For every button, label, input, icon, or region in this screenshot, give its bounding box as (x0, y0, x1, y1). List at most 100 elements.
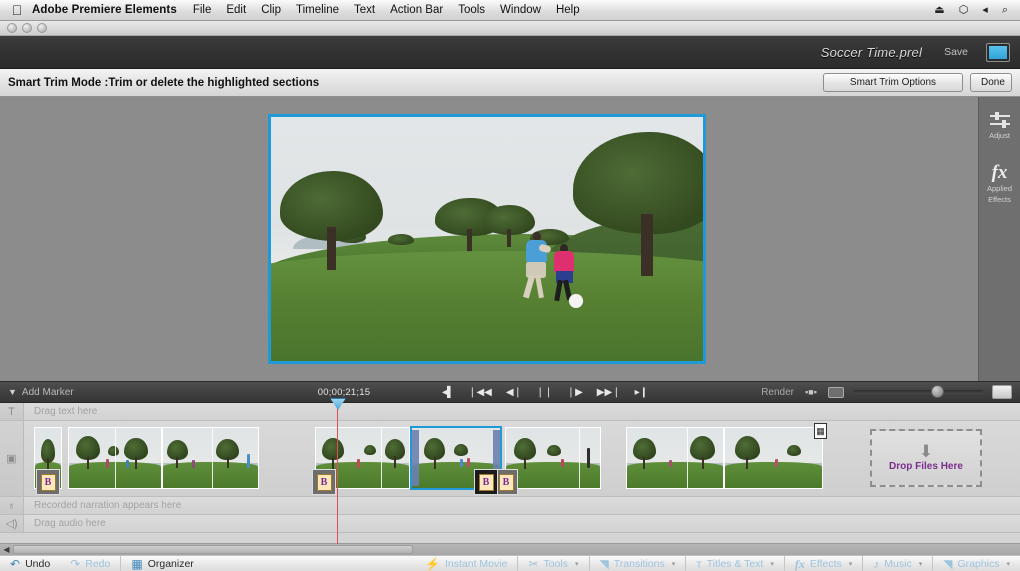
menu-item-text[interactable]: Text (354, 4, 375, 16)
search-icon[interactable]: ⌕ (1002, 5, 1008, 16)
menu-bar-status-icons: ⏏ ⬡ ◂ ⌕ (934, 5, 1020, 16)
workarea-icon[interactable]: ▪■▪ (803, 387, 819, 398)
table-row[interactable] (68, 427, 162, 489)
zoom-slider[interactable] (853, 390, 983, 394)
shield-icon[interactable]: ⬡ (959, 5, 969, 16)
menu-item-help[interactable]: Help (556, 4, 580, 16)
bottom-action-bar: ↶ Undo ↷ Redo ▦ Organizer ⚡ Instant Movi… (0, 555, 1020, 571)
instant-movie-button[interactable]: ⚡ Instant Movie (415, 556, 517, 571)
track-audio[interactable]: ◁) Drag audio here (0, 515, 1020, 533)
eject-icon[interactable]: ⏏ (934, 5, 944, 16)
marker-triangle-icon: ▼ (8, 387, 17, 397)
add-marker-label: Add Marker (22, 387, 74, 398)
timeline-toolbar-right: Render ▪■▪ (761, 385, 1020, 399)
menu-item-clip[interactable]: Clip (261, 4, 281, 16)
track-narration[interactable]: ♁ Recorded narration appears here (0, 497, 1020, 515)
apple-icon[interactable]:  (8, 3, 26, 18)
graphics-label: Graphics (957, 558, 999, 570)
titles-text-label: Titles & Text (707, 558, 764, 570)
go-to-next-edit-button[interactable]: ▸❙ (635, 387, 648, 398)
video-preview[interactable] (268, 114, 706, 364)
render-label[interactable]: Render (761, 387, 794, 398)
panel-toggle-button[interactable] (992, 385, 1012, 399)
monitor-icon[interactable] (986, 43, 1010, 62)
instant-movie-label: Instant Movie (445, 558, 507, 570)
menu-item-window[interactable]: Window (500, 4, 541, 16)
tools-button[interactable]: ✂ Tools ▾ (517, 556, 588, 571)
timeline-toolbar: ▼ Add Marker 00;00;21;15 ◂▌ ❘◀◀ ◀❘ ❘❘ ❘▶… (0, 381, 1020, 403)
chevron-down-icon[interactable]: ▾ (1006, 560, 1010, 568)
panel-item-adjust[interactable]: Adjust (979, 111, 1020, 141)
preview-tree-small-2 (388, 234, 414, 249)
app-header: Soccer Time.prel Save (0, 36, 1020, 69)
timeline-scrollbar[interactable]: ◀ (0, 543, 1020, 555)
scrollbar-thumb[interactable] (13, 545, 413, 554)
clip-info-badge[interactable]: ▦ (814, 423, 827, 439)
track-text[interactable]: T Drag text here (0, 403, 1020, 421)
step-back-button[interactable]: ◀❘ (506, 387, 522, 398)
scroll-left-arrow-icon[interactable]: ◀ (0, 545, 13, 554)
table-row[interactable] (724, 427, 823, 489)
save-button[interactable]: Save (944, 46, 968, 58)
transition-badge[interactable]: B (474, 469, 498, 495)
redo-button[interactable]: ↷ Redo (60, 556, 120, 571)
menu-item-tools[interactable]: Tools (458, 4, 485, 16)
menu-item-edit[interactable]: Edit (226, 4, 246, 16)
transition-badge[interactable]: B (312, 469, 336, 495)
lightning-icon: ⚡ (425, 558, 440, 570)
panel-item-applied-effects[interactable]: fx Applied Effects (979, 163, 1020, 205)
minimize-button[interactable] (22, 23, 32, 33)
add-marker-button[interactable]: ▼ Add Marker (0, 387, 250, 398)
zoom-button[interactable] (37, 23, 47, 33)
done-button[interactable]: Done (970, 73, 1012, 92)
transitions-label: Transitions (614, 558, 665, 570)
transition-badge-letter: B (317, 474, 332, 491)
video-clip-strip: B B B B ▦ ⬇ Drop Files Here (24, 421, 1020, 496)
go-to-start-button[interactable]: ❘◀◀ (468, 387, 492, 398)
organizer-button[interactable]: ▦ Organizer (120, 556, 203, 571)
redo-label: Redo (85, 558, 110, 570)
chevron-down-icon[interactable]: ▾ (770, 560, 774, 568)
titles-text-button[interactable]: ᴛ Titles & Text ▾ (685, 556, 784, 571)
smart-trim-marker[interactable] (412, 430, 419, 486)
zoom-slider-knob[interactable] (931, 385, 944, 398)
close-button[interactable] (7, 23, 17, 33)
fx-icon: fx (795, 558, 805, 570)
transitions-button[interactable]: ◥ Transitions ▾ (589, 556, 686, 571)
table-row[interactable] (626, 427, 724, 489)
undo-arrow-icon: ↶ (10, 558, 20, 570)
playhead-line (337, 408, 338, 544)
chevron-down-icon[interactable]: ▾ (919, 560, 923, 568)
go-to-previous-edit-button[interactable]: ◂▌ (442, 387, 454, 398)
chevron-down-icon[interactable]: ▾ (575, 560, 579, 568)
adjust-sliders-icon (989, 111, 1011, 129)
music-button[interactable]: ♪ Music ▾ (862, 556, 932, 571)
undo-button[interactable]: ↶ Undo (0, 556, 60, 571)
timeline-view-icon[interactable] (828, 387, 844, 398)
menu-item-file[interactable]: File (193, 4, 212, 16)
window-title-strip (0, 21, 1020, 36)
play-pause-button[interactable]: ❘❘ (536, 387, 553, 398)
table-row[interactable] (505, 427, 601, 489)
preview-soccer-ball (569, 294, 583, 308)
step-forward-button[interactable]: ❘▶ (567, 387, 583, 398)
go-to-end-button[interactable]: ▶▶❘ (597, 387, 621, 398)
chevron-down-icon[interactable]: ▾ (849, 560, 853, 568)
smart-trim-options-button[interactable]: Smart Trim Options (823, 73, 963, 92)
timecode-display[interactable]: 00;00;21;15 (296, 387, 392, 398)
speaker-icon: ◁) (0, 515, 24, 532)
transition-badge[interactable]: B (36, 469, 60, 495)
titles-icon: ᴛ (696, 558, 702, 570)
menu-item-action-bar[interactable]: Action Bar (390, 4, 443, 16)
track-video[interactable]: ▣ (0, 421, 1020, 497)
menu-item-timeline[interactable]: Timeline (296, 4, 339, 16)
effects-button[interactable]: fx Effects ▾ (784, 556, 862, 571)
graphics-button[interactable]: ◥ Graphics ▾ (932, 556, 1020, 571)
volume-icon[interactable]: ◂ (982, 5, 988, 16)
menu-app-name[interactable]: Adobe Premiere Elements (32, 4, 177, 16)
chevron-down-icon[interactable]: ▾ (672, 560, 676, 568)
table-row[interactable] (162, 427, 259, 489)
drop-files-here-zone[interactable]: ⬇ Drop Files Here (870, 429, 982, 487)
track-narration-hint: Recorded narration appears here (24, 500, 181, 511)
track-text-hint: Drag text here (24, 406, 97, 417)
